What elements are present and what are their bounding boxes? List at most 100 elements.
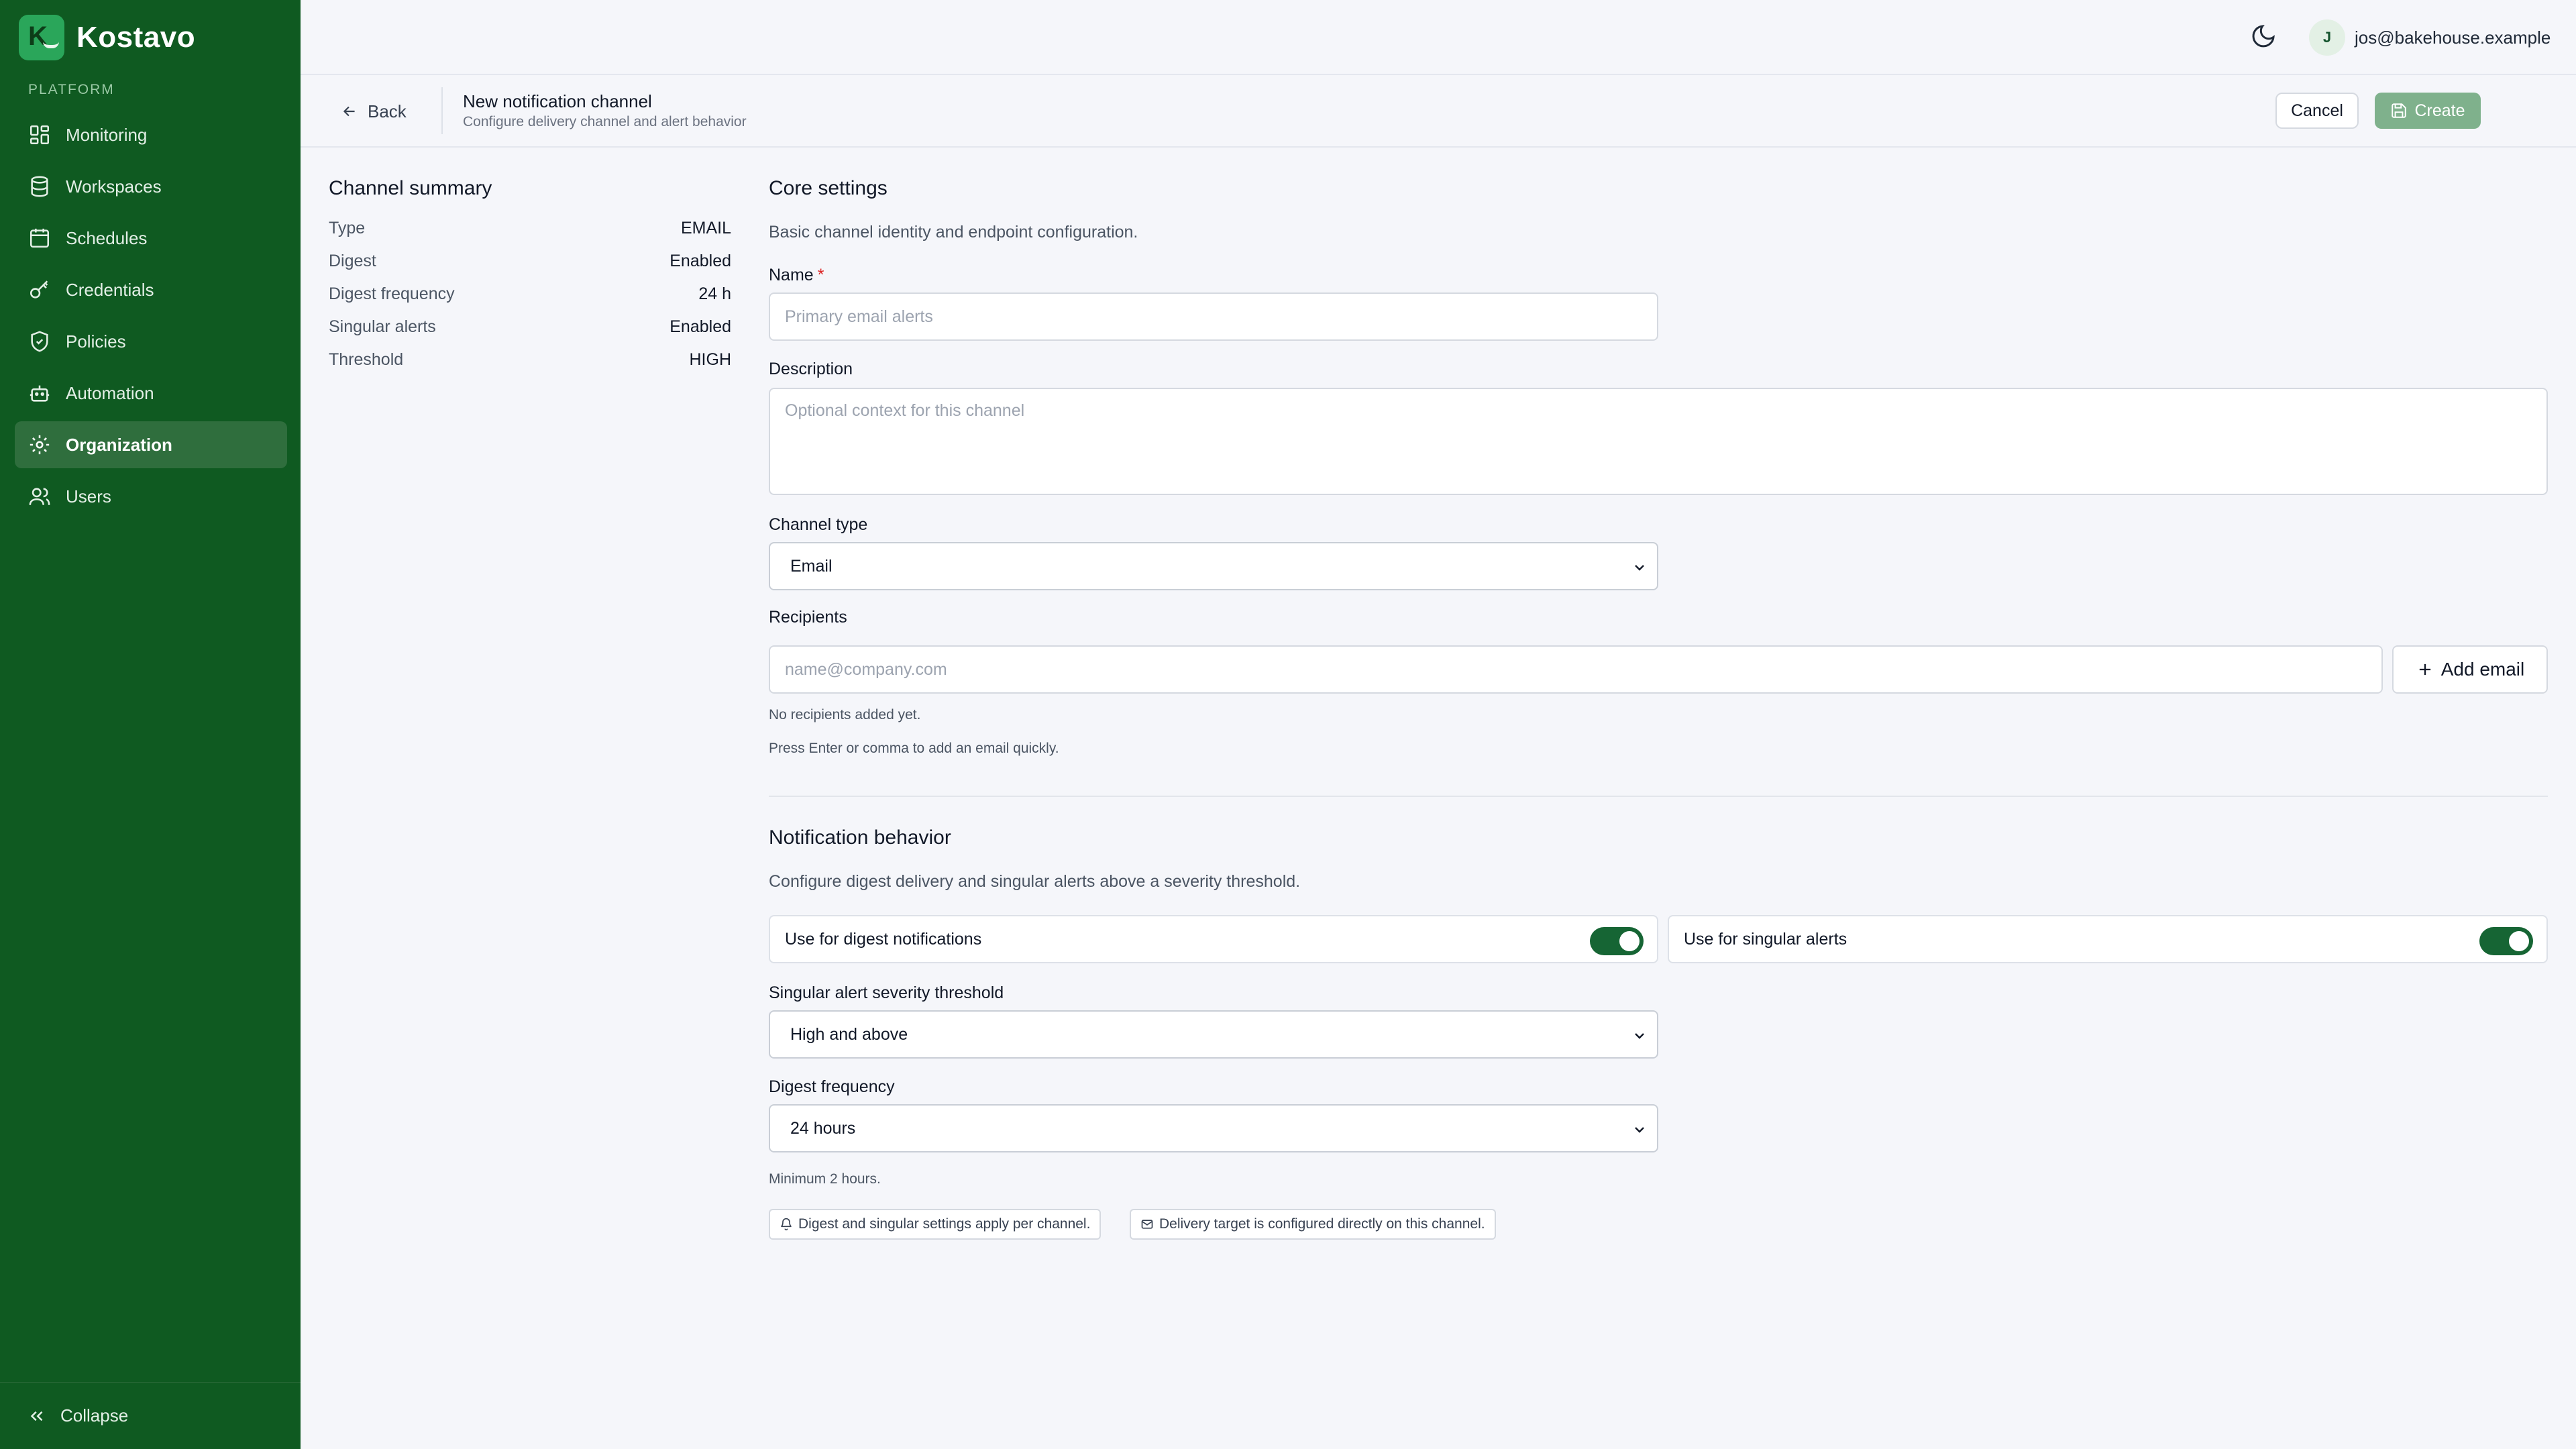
sidebar-item-users[interactable]: Users xyxy=(15,473,287,520)
sidebar-item-label: Schedules xyxy=(66,227,148,248)
name-label-text: Name xyxy=(769,266,814,284)
chevron-down-icon xyxy=(1635,1033,1644,1039)
name-input[interactable]: Primary email alerts xyxy=(769,292,1658,341)
arrow-left-icon xyxy=(343,106,355,117)
sidebar-item-label: Monitoring xyxy=(66,124,148,145)
sidebar-item-workspaces[interactable]: Workspaces xyxy=(15,163,287,210)
toggle-knob xyxy=(1619,931,1640,951)
summary-row: Type EMAIL xyxy=(329,219,731,252)
sidebar-item-credentials[interactable]: Credentials xyxy=(15,266,287,313)
sidebar-item-label: Workspaces xyxy=(66,176,162,197)
back-label: Back xyxy=(368,101,407,121)
summary-key: Digest xyxy=(329,252,376,270)
threshold-select[interactable]: High and above xyxy=(769,1010,1658,1059)
summary-row: Singular alerts Enabled xyxy=(329,317,731,350)
database-icon xyxy=(28,175,51,198)
sidebar-item-organization[interactable]: Organization xyxy=(15,421,287,468)
users-icon xyxy=(28,485,51,508)
frequency-select[interactable]: 24 hours xyxy=(769,1104,1658,1152)
singular-toggle-label: Use for singular alerts xyxy=(1684,929,1847,949)
create-label: Create xyxy=(2414,101,2465,120)
sidebar-item-label: Automation xyxy=(66,382,154,403)
cancel-button[interactable]: Cancel xyxy=(2275,93,2359,129)
threshold-value: High and above xyxy=(790,1024,908,1044)
user-email: jos@bakehouse.example xyxy=(2355,27,2551,48)
description-textarea[interactable]: Optional context for this channel xyxy=(769,388,2548,495)
notification-behavior-description: Configure digest delivery and singular a… xyxy=(769,872,1301,891)
summary-value: 24 h xyxy=(698,284,731,303)
summary-value: HIGH xyxy=(689,350,732,369)
recipients-input[interactable]: name@company.com xyxy=(769,645,2383,694)
no-recipients-text: No recipients added yet. xyxy=(769,707,921,722)
channel-type-select[interactable]: Email xyxy=(769,542,1658,590)
summary-key: Type xyxy=(329,219,366,237)
frequency-label: Digest frequency xyxy=(769,1077,895,1096)
description-placeholder: Optional context for this channel xyxy=(785,401,1025,420)
digest-toggle-label: Use for digest notifications xyxy=(785,929,982,949)
digest-toggle[interactable] xyxy=(1590,927,1644,955)
chevrons-left-icon xyxy=(30,1411,43,1421)
header-divider xyxy=(441,87,443,134)
sidebar-item-monitoring[interactable]: Monitoring xyxy=(15,111,287,158)
summary-key: Digest frequency xyxy=(329,284,455,303)
add-email-button[interactable]: Add email xyxy=(2392,645,2548,694)
threshold-label: Singular alert severity threshold xyxy=(769,983,1004,1002)
plus-icon xyxy=(2419,663,2430,676)
sidebar-item-label: Organization xyxy=(66,434,172,455)
info-chip-settings: Digest and singular settings apply per c… xyxy=(769,1209,1102,1240)
sidebar-item-label: Policies xyxy=(66,331,126,352)
user-menu[interactable]: J jos@bakehouse.example xyxy=(2309,19,2551,56)
sidebar-item-policies[interactable]: Policies xyxy=(15,318,287,365)
summary-value: Enabled xyxy=(669,317,731,336)
digest-toggle-card[interactable]: Use for digest notifications xyxy=(769,915,1658,963)
description-label: Description xyxy=(769,360,853,378)
summary-row: Digest frequency 24 h xyxy=(329,284,731,317)
name-label: Name * xyxy=(769,266,824,285)
required-marker: * xyxy=(817,266,824,284)
recipients-label: Recipients xyxy=(769,608,847,627)
collapse-label: Collapse xyxy=(60,1405,129,1426)
create-button[interactable]: Create xyxy=(2375,93,2481,129)
bot-icon xyxy=(28,382,51,405)
collapse-button[interactable]: Collapse xyxy=(0,1382,301,1449)
sidebar-item-schedules[interactable]: Schedules xyxy=(15,215,287,262)
summary-title: Channel summary xyxy=(329,177,492,199)
sidebar-section-label: PLATFORM xyxy=(28,82,115,97)
calendar-icon xyxy=(28,227,51,250)
info-chip-text: Delivery target is configured directly o… xyxy=(1159,1216,1485,1232)
channel-type-value: Email xyxy=(790,556,833,576)
sidebar-item-label: Users xyxy=(66,486,111,506)
summary-row: Threshold HIGH xyxy=(329,350,731,383)
brand-logo: K xyxy=(19,15,64,60)
frequency-hint: Minimum 2 hours. xyxy=(769,1171,881,1187)
channel-summary: Channel summary Type EMAIL Digest Enable… xyxy=(329,177,731,383)
sidebar-item-automation[interactable]: Automation xyxy=(15,370,287,417)
shield-icon xyxy=(28,330,51,353)
page-subtitle: Configure delivery channel and alert beh… xyxy=(463,114,747,129)
singular-toggle-card[interactable]: Use for singular alerts xyxy=(1668,915,2548,963)
moon-icon xyxy=(2252,25,2275,48)
channel-type-label: Channel type xyxy=(769,515,868,534)
recipients-hint: Press Enter or comma to add an email qui… xyxy=(769,741,1059,756)
brand[interactable]: K Kostavo xyxy=(19,15,195,60)
summary-value: Enabled xyxy=(669,252,731,270)
info-chip-text: Digest and singular settings apply per c… xyxy=(798,1216,1091,1232)
page-title: New notification channel xyxy=(463,91,652,111)
back-button[interactable]: Back xyxy=(341,97,407,126)
section-divider xyxy=(769,796,2548,797)
save-icon xyxy=(2392,103,2407,118)
frequency-value: 24 hours xyxy=(790,1118,856,1138)
core-settings-title: Core settings xyxy=(769,177,888,199)
theme-toggle-button[interactable] xyxy=(2250,23,2279,52)
chevron-down-icon xyxy=(1635,565,1644,571)
topbar: J jos@bakehouse.example xyxy=(301,0,2576,75)
summary-key: Threshold xyxy=(329,350,404,369)
summary-value: EMAIL xyxy=(680,219,731,237)
mail-icon xyxy=(1141,1220,1153,1229)
page-header: Back New notification channel Configure … xyxy=(301,75,2576,148)
singular-toggle[interactable] xyxy=(2479,927,2533,955)
gear-icon xyxy=(28,433,51,456)
recipients-placeholder: name@company.com xyxy=(785,659,947,679)
dashboard-icon xyxy=(28,123,51,146)
brand-logo-letter: K xyxy=(28,21,48,51)
